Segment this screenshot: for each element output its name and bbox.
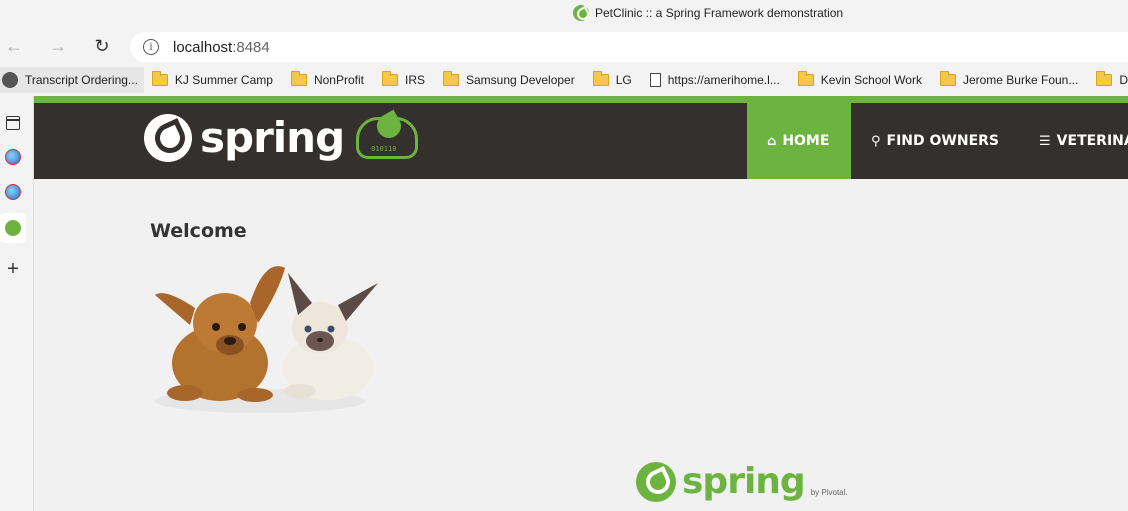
logo-text: spring — [200, 113, 345, 162]
bookmark-label: Kevin School Work — [820, 73, 922, 87]
folder-icon — [1096, 71, 1113, 86]
bookmark-jerome-burke[interactable]: Jerome Burke Foun... — [932, 67, 1088, 93]
window-title-text: PetClinic :: a Spring Framework demonstr… — [595, 6, 844, 20]
vertical-tab-sidebar: + — [0, 96, 34, 511]
page-icon — [649, 73, 661, 87]
reload-icon[interactable]: ↻ — [90, 34, 114, 58]
bookmark-irs[interactable]: IRS — [374, 67, 435, 93]
bookmark-data[interactable]: Data — [1088, 67, 1128, 93]
bookmark-label: NonProfit — [313, 73, 364, 87]
spring-leaf-icon — [636, 461, 676, 502]
spring-cloud-icon: 010110 — [356, 109, 419, 159]
bookmark-label: Samsung Developer — [466, 73, 575, 87]
spring-leaf-icon — [144, 113, 192, 162]
footer-spring-logo: spring by Pivotal. — [636, 461, 848, 502]
bookmark-label: KJ Summer Camp — [174, 73, 273, 87]
bookmark-label: LG — [615, 73, 632, 87]
bookmark-kevin-school-work[interactable]: Kevin School Work — [790, 67, 932, 93]
folder-icon — [381, 71, 398, 86]
address-host: localhost — [173, 38, 233, 56]
bookmark-label: https://amerihome.l... — [667, 73, 780, 87]
folder-icon — [939, 71, 956, 86]
bookmark-label: Transcript Ordering... — [25, 73, 138, 87]
menu-home-label: HOME — [782, 133, 830, 149]
bookmark-nonprofit[interactable]: NonProfit — [283, 67, 374, 93]
forward-arrow-icon[interactable]: → — [46, 34, 70, 58]
bookmark-label: Data — [1119, 73, 1128, 87]
pets-image — [155, 266, 378, 413]
bookmarks-bar: Transcript Ordering... KJ Summer Camp No… — [0, 64, 1128, 96]
site-info-icon[interactable]: i — [143, 39, 159, 55]
window-title: PetClinic :: a Spring Framework demonstr… — [573, 5, 843, 21]
tab-actions-icon[interactable] — [2, 112, 24, 134]
folder-icon — [151, 71, 168, 86]
bookmark-samsung-developer[interactable]: Samsung Developer — [435, 67, 585, 93]
bookmark-transcript-ordering[interactable]: Transcript Ordering... — [0, 67, 144, 93]
spring-favicon-icon — [573, 5, 589, 21]
bookmark-label: IRS — [404, 73, 425, 87]
window-titlebar: PetClinic :: a Spring Framework demonstr… — [0, 0, 1128, 28]
spring-logo[interactable]: spring 010110 — [144, 109, 419, 162]
menu-veterinarians-label: VETERINARIANS — [1056, 133, 1128, 149]
folder-icon — [290, 71, 307, 86]
folder-icon — [592, 71, 609, 86]
menu-home[interactable]: ⌂ HOME — [747, 103, 851, 179]
folder-icon — [797, 71, 814, 86]
petclinic-page: spring 010110 ⌂ HOME ⚲ FIND OWNERS ☰ VET… — [34, 103, 1128, 511]
top-accent-bar — [34, 96, 1128, 103]
address-port: :8484 — [232, 38, 270, 56]
home-icon: ⌂ — [767, 133, 777, 149]
page-title: Welcome — [150, 220, 247, 242]
menu-find-owners-label: FIND OWNERS — [886, 133, 1000, 149]
new-tab-plus-icon[interactable]: + — [2, 258, 24, 280]
folder-icon — [443, 71, 459, 86]
address-bar[interactable]: i localhost:8484 — [130, 32, 1128, 62]
ie-tab-icon[interactable] — [2, 146, 24, 168]
site-menu: ⌂ HOME ⚲ FIND OWNERS ☰ VETERINARIANS — [747, 103, 1128, 179]
browser-toolbar: ← → ↻ i localhost:8484 — [0, 28, 1128, 64]
bookmark-amerihome[interactable]: https://amerihome.l... — [642, 67, 790, 93]
search-icon: ⚲ — [871, 133, 881, 149]
ie-tab-icon[interactable] — [2, 181, 24, 203]
footer-by-pivotal: by Pivotal. — [810, 488, 848, 497]
list-icon: ☰ — [1039, 133, 1051, 149]
spring-tab-icon[interactable] — [0, 213, 26, 243]
footer-logo-text: spring — [682, 461, 806, 502]
site-navbar: spring 010110 ⌂ HOME ⚲ FIND OWNERS ☰ VET… — [34, 103, 1128, 179]
cloud-bits: 010110 — [371, 144, 397, 153]
bookmark-lg[interactable]: LG — [585, 67, 642, 93]
bookmark-label: Jerome Burke Foun... — [962, 73, 1079, 87]
bookmark-kj-summer-camp[interactable]: KJ Summer Camp — [144, 67, 283, 93]
back-arrow-icon[interactable]: ← — [2, 34, 26, 58]
menu-find-owners[interactable]: ⚲ FIND OWNERS — [851, 103, 1019, 179]
tree-site-icon — [2, 72, 18, 88]
menu-veterinarians[interactable]: ☰ VETERINARIANS — [1019, 103, 1128, 179]
